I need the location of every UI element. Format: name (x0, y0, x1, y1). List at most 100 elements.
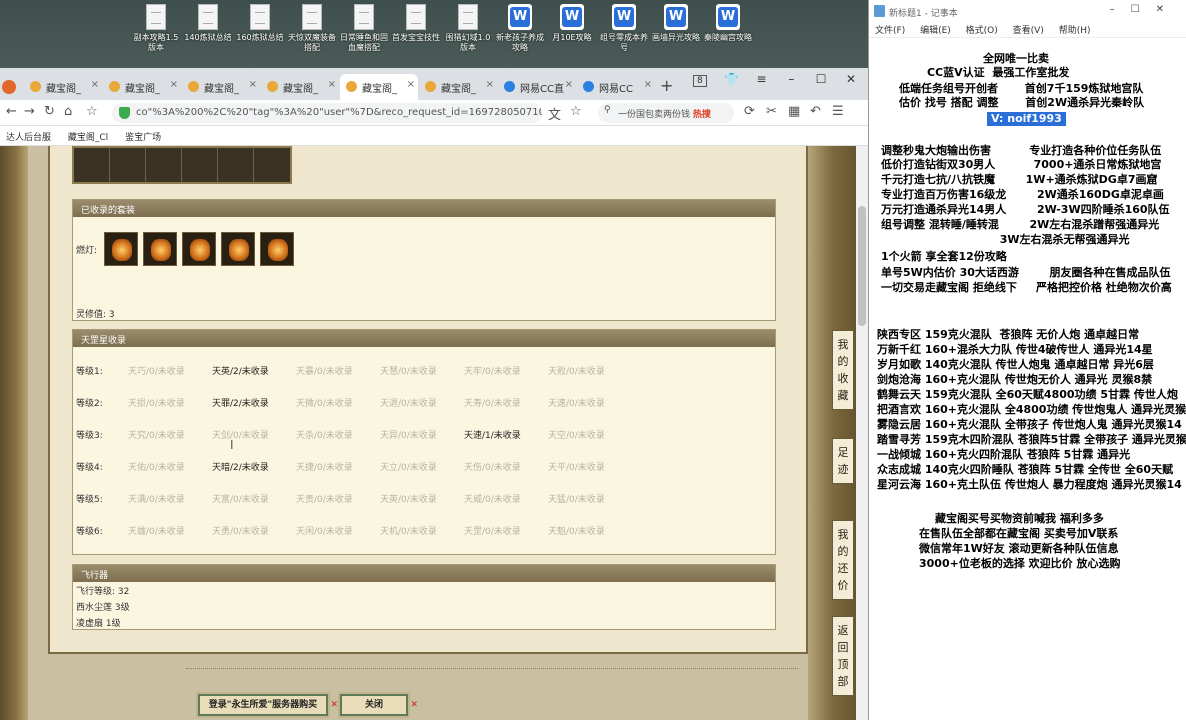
desktop-word-icon[interactable]: W 画墙异光攻略 (650, 4, 702, 43)
desktop-file-icon[interactable]: 围猎幻域1.0版本 (442, 4, 494, 53)
divider (186, 668, 798, 669)
tiangang-section: 天罡星收录 (72, 329, 776, 555)
star-entry: 天微/0/未收录 (296, 399, 353, 409)
text-line: 万新千红 160+混杀大力队 传世4破传世人 通异光14星 (877, 343, 1153, 356)
menu-format[interactable]: 格式(O) (966, 26, 998, 36)
browser-tab[interactable]: 网易CC × (577, 74, 655, 100)
refresh-icon[interactable]: ⟳ (744, 104, 755, 119)
tab-count-badge[interactable]: 8 (692, 75, 707, 87)
reload-icon[interactable]: ↻ (44, 104, 55, 119)
grid-icon[interactable]: ▦ (788, 104, 800, 119)
close-icon[interactable]: × (249, 79, 257, 90)
desktop-word-icon[interactable]: W 新老孩子养成攻略 (494, 4, 546, 53)
section-title: 飞行器 (73, 565, 775, 582)
browser-tab[interactable]: 藏宝阁_ × (103, 74, 181, 100)
scrollbar-thumb[interactable] (858, 206, 866, 326)
text-line: 陕西专区 159克火混队 苍狼阵 无价人炮 通卓越日常 (877, 328, 1140, 341)
search-input[interactable]: ⚲ 一份国包卖两份钱 热搜 (598, 103, 734, 123)
collected-sets-section: 已收录的套装 (72, 199, 776, 321)
menu-icon[interactable]: ≡ (749, 72, 775, 86)
minimize-icon[interactable]: – (778, 72, 804, 86)
star-entry: 天暴/0/未收录 (296, 367, 353, 377)
set-item-icon[interactable] (143, 232, 177, 266)
set-item-icon[interactable] (182, 232, 216, 266)
tab-favicon-icon (346, 81, 357, 92)
level-label: 等级4: (76, 463, 103, 473)
back-icon[interactable]: ← (6, 104, 17, 119)
desktop-file-icon[interactable]: 副本攻略1.5版本 (130, 4, 182, 53)
desktop-file-icon[interactable]: 日常睡鱼和固血魔搭配 (338, 4, 390, 53)
close-icon[interactable]: × (486, 79, 494, 90)
my-bargain-button[interactable]: 我的还价 (832, 520, 854, 600)
login-server-buy-button[interactable]: 登录"永生所爱"服务器购买 ✕ (198, 694, 338, 716)
menu-file[interactable]: 文件(F) (875, 26, 905, 36)
forward-icon[interactable]: → (24, 104, 35, 119)
desktop-word-icon[interactable]: W 秦陵幽宫攻略 (702, 4, 754, 43)
desktop-word-icon[interactable]: W 月10E攻略 (546, 4, 598, 43)
browser-tab[interactable]: 藏宝阁_ × (24, 74, 102, 100)
set-item-icon[interactable] (221, 232, 255, 266)
window-controls[interactable]: –☐✕ (1110, 4, 1180, 15)
close-icon[interactable]: × (565, 79, 573, 90)
close-icon[interactable]: × (644, 79, 652, 90)
tab-favicon-icon (583, 81, 594, 92)
text-line: 雾隐云居 160+克火混队 全带孩子 传世炮人鬼 通异光灵猴14 (877, 418, 1182, 431)
address-bar[interactable]: co"%3A%200%2C%20"tag"%3A%20"user"%7D&rec… (112, 103, 542, 123)
bookmark-item[interactable]: 达人后台服 (6, 133, 51, 143)
document-icon (250, 4, 270, 30)
desktop-file-icon[interactable]: 140炼狱总结 (182, 4, 234, 43)
document-icon (458, 4, 478, 30)
section-title: 已收录的套装 (73, 200, 775, 217)
desktop-file-icon[interactable]: 首发宝宝技性 (390, 4, 442, 43)
game-content: 已收录的套装 燃灯: 灵修值: 3 天罡星收录 飞行器 飞行等级: 32 西水尘… (0, 146, 868, 720)
home-icon[interactable]: ⌂ (64, 104, 72, 119)
text-line: 3000+位老板的选择 欢迎比价 放心选购 (919, 557, 1121, 570)
shirt-icon[interactable]: 👕 (719, 72, 745, 86)
undo-icon[interactable]: ↶ (810, 104, 821, 119)
text-line: 1个火箭 享全套12份攻略 (881, 250, 1007, 263)
browser-tab[interactable]: 藏宝阁_ × (261, 74, 339, 100)
bookmark-icon[interactable]: ☆ (570, 104, 582, 119)
nav-bar: ← → ↻ ⌂ ☆ co"%3A%200%2C%20"tag"%3A%20"us… (0, 100, 868, 126)
maximize-icon[interactable]: ☐ (808, 72, 834, 86)
translate-icon[interactable]: 文 (548, 104, 561, 123)
footprint-button[interactable]: 足迹 (832, 438, 854, 484)
set-item-icon[interactable] (104, 232, 138, 266)
browser-tab-active[interactable]: 藏宝阁_ × (340, 74, 418, 100)
bookmark-item[interactable]: 鉴宝广场 (125, 133, 161, 143)
menu-icon[interactable]: ☰ (832, 104, 844, 119)
star-entry: 天剑/0/未收录 (212, 431, 269, 441)
close-icon[interactable]: × (328, 79, 336, 90)
star-entry: 天贵/0/未收录 (296, 495, 353, 505)
menu-edit[interactable]: 编辑(E) (920, 26, 951, 36)
menu-help[interactable]: 帮助(H) (1059, 26, 1091, 36)
star-entry: 天空/0/未收录 (548, 431, 605, 441)
browser-tab[interactable]: 藏宝阁_ × (419, 74, 497, 100)
my-favorites-button[interactable]: 我的收藏 (832, 330, 854, 410)
close-icon[interactable]: ✕ (838, 72, 864, 86)
close-button[interactable]: 关闭 ✕ (340, 694, 418, 716)
browser-tab[interactable]: 网易CC直 × (498, 74, 576, 100)
star-entry: 天罪/2/未收录 (212, 399, 269, 409)
star-entry: 天富/0/未收录 (212, 495, 269, 505)
menu-view[interactable]: 查看(V) (1013, 26, 1044, 36)
desktop-file-icon[interactable]: 160炼狱总结 (234, 4, 286, 43)
star-entry: 天威/0/未收录 (464, 495, 521, 505)
spirit-value-row: 灵修值: 3 (76, 310, 115, 320)
set-item-icon[interactable] (260, 232, 294, 266)
notepad-text-area[interactable]: 全网唯一比卖 CC蓝V认证 最强工作室批发 低端任务组号开创者 首创7千159炼狱地… (869, 38, 1186, 720)
star-entry: 天满/0/未收录 (128, 495, 185, 505)
star-icon[interactable]: ☆ (86, 104, 98, 119)
browser-tab[interactable]: 藏宝阁_ × (182, 74, 260, 100)
bookmark-item[interactable]: 藏宝阁_Cl (68, 133, 108, 143)
close-icon[interactable]: × (170, 79, 178, 90)
close-icon[interactable]: × (91, 79, 99, 90)
page-scrollbar[interactable] (856, 146, 868, 720)
back-to-top-button[interactable]: 返回顶部 (832, 616, 854, 696)
desktop-file-icon[interactable]: 天惊双魔装备搭配 (286, 4, 338, 53)
cut-icon[interactable]: ✂ (766, 104, 777, 119)
close-icon[interactable]: × (407, 79, 415, 90)
window-controls: 8 👕 ≡ – ☐ ✕ (692, 72, 864, 87)
new-tab-button[interactable]: + (660, 76, 673, 95)
desktop-word-icon[interactable]: W 组号零成本养号 (598, 4, 650, 53)
